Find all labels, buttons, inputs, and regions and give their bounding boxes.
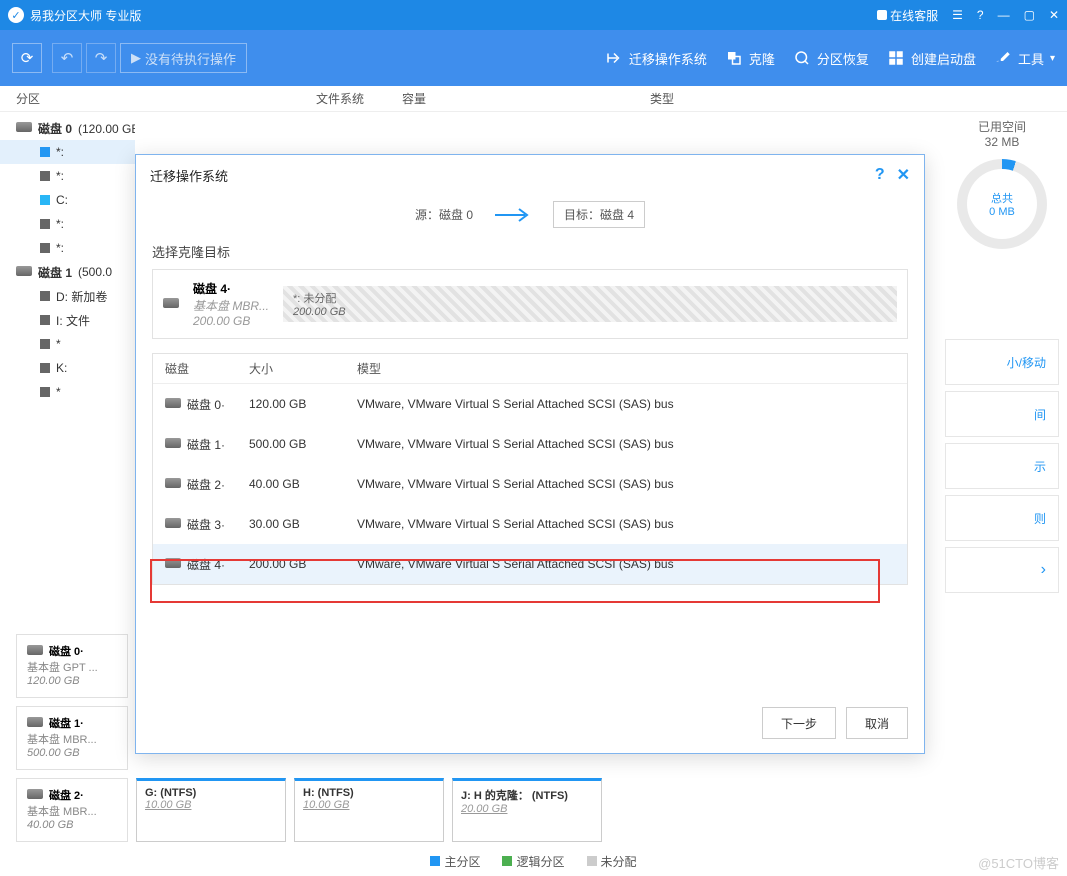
used-space-label: 已用空间: [945, 118, 1059, 135]
partition-block[interactable]: H: (NTFS)10.00 GB: [294, 778, 444, 842]
partition-icon: [40, 315, 50, 325]
disk-card[interactable]: 磁盘 1· 基本盘 MBR...500.00 GB: [16, 706, 128, 770]
help-icon[interactable]: ?: [977, 8, 984, 22]
col-filesystem: 文件系统: [316, 90, 402, 107]
online-support-button[interactable]: 在线客服: [877, 7, 938, 24]
op-row[interactable]: 示: [945, 443, 1059, 489]
hdd-icon: [165, 517, 181, 531]
hdd-icon: [165, 437, 181, 451]
close-icon[interactable]: ✕: [1049, 8, 1059, 22]
disk-table: 磁盘 大小 模型 磁盘 0·120.00 GBVMware, VMware Vi…: [152, 353, 908, 585]
tree-part[interactable]: *: [0, 380, 135, 404]
partition-icon: [40, 339, 50, 349]
tree-part[interactable]: K:: [0, 356, 135, 380]
title-bar: ✓ 易我分区大师 专业版 在线客服 ☰ ? — ▢ ✕: [0, 0, 1067, 30]
create-bootdisk-button[interactable]: 创建启动盘: [887, 49, 976, 68]
migrate-os-dialog: 迁移操作系统 ? ✕ 源：磁盘 0 目标：磁盘 4 选择克隆目标 磁盘 4· 基…: [135, 154, 925, 754]
tree-part[interactable]: *:: [0, 236, 135, 260]
clone-button[interactable]: 克隆: [725, 49, 775, 68]
clone-target-label: 选择克隆目标: [136, 242, 924, 269]
tools-dropdown[interactable]: 工具 ▾: [994, 49, 1055, 68]
main-toolbar: ⟳ ↶ ↷ ▶ 没有待执行操作 迁移操作系统 克隆 分区恢复 创建启动盘 工具 …: [0, 30, 1067, 86]
hdd-icon: [27, 645, 43, 658]
usage-donut-chart: 总共0 MB: [957, 159, 1047, 249]
op-resize-move[interactable]: 小/移动: [945, 339, 1059, 385]
column-header: 分区 文件系统 容量 类型: [0, 86, 1067, 112]
col-partition: 分区: [16, 90, 316, 107]
right-info-panel: 已用空间 32 MB 总共0 MB 小/移动 间 示 则: [937, 112, 1067, 605]
tree-part[interactable]: *: [0, 332, 135, 356]
disk-card[interactable]: 磁盘 2· 基本盘 MBR...40.00 GB: [16, 778, 128, 842]
hdd-icon: [27, 789, 43, 802]
tree-part[interactable]: I: 文件: [0, 308, 135, 332]
hdd-icon: [16, 265, 32, 279]
table-row[interactable]: 磁盘 3·30.00 GBVMware, VMware Virtual S Se…: [153, 504, 907, 544]
next-button[interactable]: 下一步: [762, 707, 836, 739]
partition-recovery-button[interactable]: 分区恢复: [793, 49, 869, 68]
redo-button[interactable]: ↷: [86, 43, 116, 73]
partition-icon: [40, 291, 50, 301]
op-more[interactable]: [945, 547, 1059, 593]
partition-icon: [40, 219, 50, 229]
tree-part[interactable]: *:: [0, 212, 135, 236]
undo-button[interactable]: ↶: [52, 43, 82, 73]
tree-part[interactable]: C:: [0, 188, 135, 212]
table-row[interactable]: 磁盘 2·40.00 GBVMware, VMware Virtual S Se…: [153, 464, 907, 504]
partition-icon: [40, 363, 50, 373]
dialog-help-icon[interactable]: ?: [875, 166, 885, 184]
hdd-icon: [165, 557, 181, 571]
hdd-icon: [163, 297, 179, 311]
migrate-os-button[interactable]: 迁移操作系统: [605, 49, 707, 68]
col-type: 类型: [650, 90, 1067, 107]
partition-icon: [40, 171, 50, 181]
pending-ops-button[interactable]: ▶ 没有待执行操作: [120, 43, 247, 73]
app-title: 易我分区大师 专业版: [30, 7, 877, 24]
cancel-button[interactable]: 取消: [846, 707, 908, 739]
watermark: @51CTO博客: [978, 853, 1059, 872]
disk-card[interactable]: 磁盘 0· 基本盘 GPT ... 120.00 GB: [16, 634, 128, 698]
op-row[interactable]: 则: [945, 495, 1059, 541]
tree-disk-0[interactable]: 磁盘 0 (120.00 GB, 基本盘, GPT 磁盘): [0, 116, 135, 140]
app-logo-icon: ✓: [8, 7, 24, 23]
partition-icon: [40, 195, 50, 205]
dialog-close-icon[interactable]: ✕: [897, 165, 910, 185]
partition-icon: [40, 243, 50, 253]
maximize-icon[interactable]: ▢: [1024, 8, 1035, 22]
arrow-right-icon: [493, 207, 533, 223]
partition-block[interactable]: G: (NTFS)10.00 GB: [136, 778, 286, 842]
tree-part[interactable]: *:: [0, 164, 135, 188]
used-space-value: 32 MB: [945, 135, 1059, 149]
table-row[interactable]: 磁盘 1·500.00 GBVMware, VMware Virtual S S…: [153, 424, 907, 464]
hdd-icon: [165, 477, 181, 491]
menu-list-icon[interactable]: ☰: [952, 8, 963, 22]
tree-disk-1[interactable]: 磁盘 1 (500.0: [0, 260, 135, 284]
hdd-icon: [27, 717, 43, 730]
col-capacity: 容量: [402, 90, 650, 107]
tree-part[interactable]: D: 新加卷: [0, 284, 135, 308]
source-target-row: 源：磁盘 0 目标：磁盘 4: [136, 201, 924, 228]
dialog-title: 迁移操作系统: [150, 166, 228, 185]
op-row[interactable]: 间: [945, 391, 1059, 437]
partition-icon: [40, 387, 50, 397]
table-row[interactable]: 磁盘 4·200.00 GBVMware, VMware Virtual S S…: [153, 544, 907, 584]
table-col-size: 大小: [249, 360, 357, 377]
partition-legend: 主分区 逻辑分区 未分配: [0, 853, 1067, 870]
hdd-icon: [165, 397, 181, 411]
table-col-disk: 磁盘: [153, 360, 249, 377]
hdd-icon: [16, 121, 32, 135]
table-col-model: 模型: [357, 360, 907, 377]
tree-part[interactable]: *:: [0, 140, 135, 164]
partition-icon: [40, 147, 50, 157]
selected-target-row: 磁盘 4· 基本盘 MBR... 200.00 GB *: 未分配 200.00…: [152, 269, 908, 339]
refresh-button[interactable]: ⟳: [12, 43, 42, 73]
table-row[interactable]: 磁盘 0·120.00 GBVMware, VMware Virtual S S…: [153, 384, 907, 424]
minimize-icon[interactable]: —: [998, 8, 1010, 22]
partition-block[interactable]: J: H 的克隆： (NTFS)20.00 GB: [452, 778, 602, 842]
